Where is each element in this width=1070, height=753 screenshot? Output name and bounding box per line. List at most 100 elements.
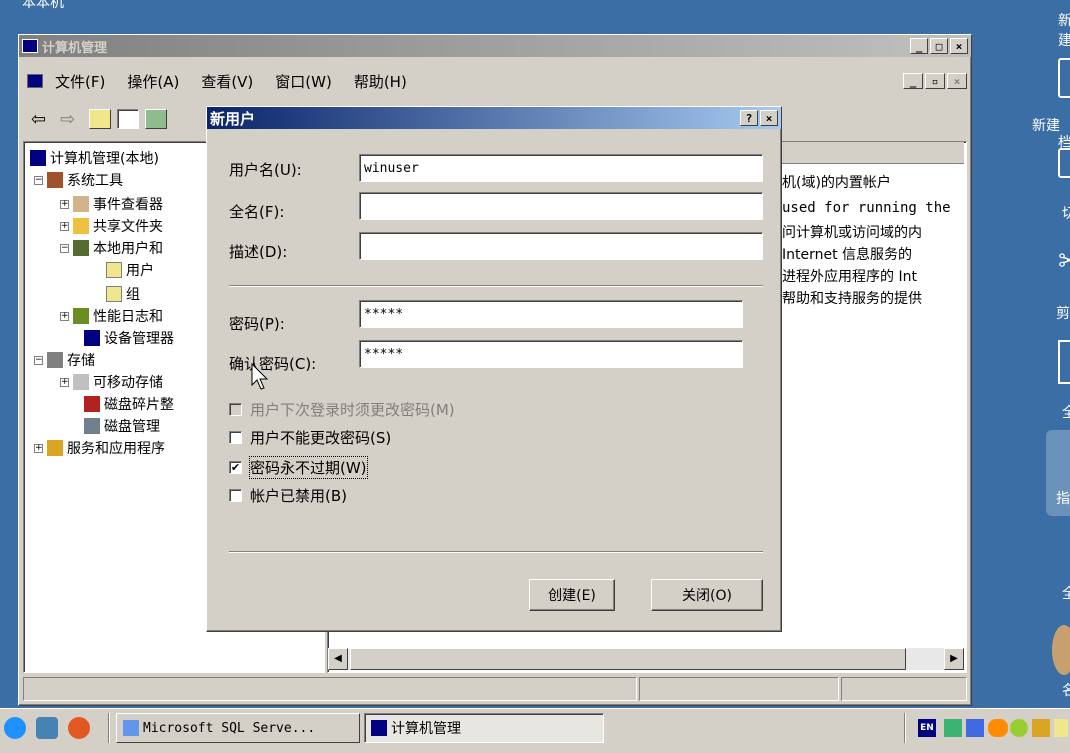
expand-icon[interactable]: +: [60, 199, 69, 209]
checkbox-checked[interactable]: ✔: [229, 461, 242, 474]
list-row[interactable]: 机(域)的内置帐户: [782, 172, 891, 192]
shared-folder-icon: [73, 218, 89, 234]
checkbox-box[interactable]: [229, 489, 242, 502]
tree-defrag[interactable]: 磁盘碎片整: [84, 394, 174, 414]
network-icon[interactable]: [966, 719, 984, 737]
fullname-field[interactable]: [359, 192, 763, 220]
tray-icon[interactable]: [944, 719, 962, 737]
description-field[interactable]: [359, 232, 763, 260]
menu-file[interactable]: 文件(F): [55, 71, 105, 92]
expand-icon[interactable]: +: [60, 221, 69, 231]
child-minimize-button[interactable]: _: [903, 73, 923, 89]
password-label: 密码(P):: [229, 315, 285, 333]
back-arrow-icon[interactable]: ⇦: [31, 109, 46, 130]
tree-shared-folders[interactable]: + 共享文件夹: [60, 216, 163, 236]
tree-label: 系统工具: [67, 173, 123, 189]
tree-disk-mgmt[interactable]: 磁盘管理: [84, 416, 160, 436]
tray-icon[interactable]: [1032, 719, 1050, 737]
list-row[interactable]: 问计算机或访问域的内: [782, 222, 922, 242]
up-folder-icon[interactable]: [89, 109, 112, 129]
help-button[interactable]: ?: [740, 110, 758, 126]
language-indicator[interactable]: EN: [918, 719, 936, 737]
tree-local-users[interactable]: − 本地用户和: [60, 238, 163, 258]
checkbox-box[interactable]: [229, 403, 242, 416]
tree-perf-logs[interactable]: + 性能日志和: [60, 306, 163, 326]
tree-event-viewer[interactable]: + 事件查看器: [60, 194, 163, 214]
scroll-left-button[interactable]: ◀: [328, 648, 348, 670]
shortcut-icon[interactable]: [1058, 148, 1070, 178]
disk-icon: [84, 418, 100, 434]
mouse-cursor-icon: [251, 363, 269, 390]
horizontal-scrollbar[interactable]: ◀ ▶: [328, 648, 964, 670]
username-field[interactable]: winuser: [359, 154, 763, 182]
child-close-button[interactable]: ×: [947, 73, 967, 89]
tree-storage[interactable]: − 存储: [34, 350, 95, 370]
tree-services[interactable]: + 服务和应用程序: [34, 438, 165, 458]
tree-groups[interactable]: 组: [106, 284, 140, 304]
list-row[interactable]: used for running the: [782, 200, 951, 216]
taskbar: Microsoft SQL Serve... 计算机管理 EN: [0, 708, 1070, 753]
new-user-dialog: 新用户 ? × 用户名(U): winuser 全名(F): 描述(D): 密码…: [206, 106, 782, 632]
tray-icon[interactable]: [1054, 719, 1068, 737]
list-row[interactable]: Internet 信息服务的: [782, 244, 912, 264]
close-dialog-button[interactable]: 关闭(O): [651, 579, 763, 611]
mmc-icon[interactable]: [27, 74, 43, 88]
expand-icon[interactable]: +: [60, 311, 69, 321]
outlook-icon[interactable]: [36, 717, 58, 739]
document-icon[interactable]: [1058, 58, 1070, 98]
list-row[interactable]: 帮助和支持服务的提供: [782, 288, 922, 308]
collapse-icon[interactable]: −: [34, 175, 43, 185]
tree-device-manager[interactable]: 设备管理器: [84, 328, 174, 348]
scissors-icon[interactable]: ✂: [1058, 244, 1070, 288]
refresh-icon[interactable]: [145, 109, 168, 129]
minimize-button[interactable]: _: [910, 38, 928, 54]
desktop-label-new[interactable]: 新建: [1032, 115, 1060, 135]
username-label: 用户名(U):: [229, 161, 302, 179]
menu-window[interactable]: 窗口(W): [275, 71, 332, 92]
tray-icon[interactable]: [1010, 719, 1028, 737]
collapse-icon[interactable]: −: [60, 243, 69, 253]
tray-icon[interactable]: [988, 719, 1008, 737]
password-field[interactable]: *****: [359, 300, 743, 328]
menu-help[interactable]: 帮助(H): [354, 71, 407, 92]
avatar[interactable]: [1052, 625, 1070, 675]
close-button[interactable]: ×: [950, 38, 968, 54]
ie-icon[interactable]: [4, 717, 26, 739]
tree-label: 共享文件夹: [93, 219, 163, 235]
menu-action[interactable]: 操作(A): [127, 71, 179, 92]
firefox-icon[interactable]: [68, 717, 90, 739]
scroll-right-button[interactable]: ▶: [944, 648, 964, 670]
tree-label: 服务和应用程序: [67, 441, 165, 457]
scroll-thumb[interactable]: [350, 648, 906, 670]
checkbox-box[interactable]: [229, 431, 242, 444]
dialog-title-bar[interactable]: 新用户 ? ×: [207, 107, 781, 129]
forward-arrow-icon[interactable]: ⇨: [60, 109, 75, 130]
account-disabled-checkbox[interactable]: 帐户已禁用(B): [229, 485, 347, 506]
confirm-password-field[interactable]: *****: [359, 340, 743, 368]
select-all-icon[interactable]: [1058, 340, 1070, 384]
must-change-password-checkbox[interactable]: 用户下次登录时须更改密码(M): [229, 399, 455, 420]
computer-icon: [371, 720, 387, 736]
mmc-title-bar[interactable]: 计算机管理 _ □ ×: [19, 35, 971, 57]
cannot-change-password-checkbox[interactable]: 用户不能更改密码(S): [229, 427, 391, 448]
menu-view[interactable]: 查看(V): [201, 71, 253, 92]
show-tree-icon[interactable]: [117, 109, 140, 129]
tree-root[interactable]: 计算机管理(本地): [30, 148, 159, 168]
password-never-expires-checkbox[interactable]: ✔ 密码永不过期(W): [229, 456, 368, 479]
dialog-title: 新用户: [210, 109, 256, 128]
expand-icon[interactable]: +: [60, 377, 69, 387]
status-pane: [841, 677, 967, 701]
taskbar-task-computer-management[interactable]: 计算机管理: [364, 713, 604, 743]
tree-users[interactable]: 用户: [106, 260, 154, 280]
tree-system-tools[interactable]: − 系统工具: [34, 170, 123, 190]
list-row[interactable]: 进程外应用程序的 Int: [782, 266, 917, 286]
services-icon: [47, 440, 63, 456]
tree-removable[interactable]: + 可移动存储: [60, 372, 163, 392]
child-restore-button[interactable]: ▫: [925, 73, 945, 89]
collapse-icon[interactable]: −: [34, 355, 43, 365]
dialog-close-button[interactable]: ×: [760, 110, 778, 126]
create-button[interactable]: 创建(E): [529, 579, 615, 611]
taskbar-task-sql[interactable]: Microsoft SQL Serve...: [116, 713, 360, 743]
maximize-button[interactable]: □: [930, 38, 948, 54]
expand-icon[interactable]: +: [34, 443, 43, 453]
